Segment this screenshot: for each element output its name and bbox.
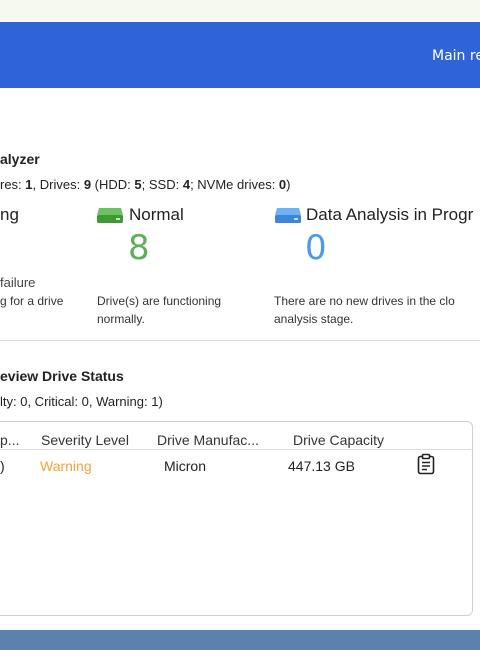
section-divider	[0, 340, 480, 341]
clipboard-icon[interactable]	[416, 453, 436, 475]
drive-status-table	[0, 421, 473, 616]
top-strip	[0, 0, 480, 22]
row-0-manufacturer: Micron	[164, 458, 207, 474]
warning-card-label: failure	[0, 275, 36, 290]
normal-card-desc: Drive(s) are functioning normally.	[97, 294, 222, 326]
analyzer-summary: res: 1, Drives: 9 (HDD: 5; SSD: 4; NVMe …	[0, 177, 291, 192]
green-drive-icon	[97, 208, 123, 223]
blue-drive-icon	[275, 208, 301, 223]
row-0-col0: )	[0, 458, 5, 474]
analysis-count: 0	[305, 228, 327, 268]
table-header-divider	[0, 449, 471, 450]
main-link[interactable]: Main re	[432, 48, 480, 64]
column-header-capacity[interactable]: Drive Capacity	[293, 432, 384, 448]
footer-bar	[0, 630, 480, 650]
normal-card-title: Normal	[129, 205, 184, 224]
normal-count: 8	[128, 228, 150, 268]
column-header-severity[interactable]: Severity Level	[41, 432, 129, 448]
review-title: eview Drive Status	[0, 368, 124, 384]
analyzer-title: alyzer	[0, 151, 40, 167]
analysis-card-title: Data Analysis in Progr	[306, 205, 474, 224]
warning-card-desc: g for a drive	[0, 294, 64, 308]
column-header-0[interactable]: p...	[0, 432, 19, 448]
analysis-card-desc: There are no new drives in the clo analy…	[274, 294, 455, 326]
review-summary: lty: 0, Critical: 0, Warning: 1)	[0, 394, 163, 409]
row-0-capacity: 447.13 GB	[288, 458, 355, 474]
row-0-severity: Warning	[40, 458, 92, 474]
warning-card-title: ng	[0, 205, 19, 224]
column-header-manufacturer[interactable]: Drive Manufac...	[157, 432, 259, 448]
header-bar: Main re	[0, 22, 480, 88]
